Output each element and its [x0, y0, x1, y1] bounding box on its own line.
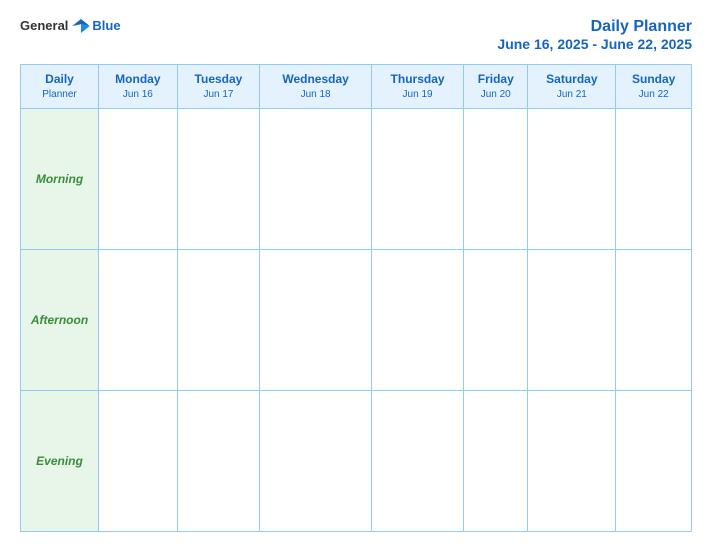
cell-evening-friday[interactable]	[464, 391, 528, 532]
logo-area: General Blue	[20, 18, 121, 33]
cell-morning-tuesday[interactable]	[177, 109, 260, 250]
date-range: June 16, 2025 - June 22, 2025	[497, 36, 692, 52]
cell-afternoon-tuesday[interactable]	[177, 250, 260, 391]
header-col-tuesday: TuesdayJun 17	[177, 65, 260, 109]
cell-afternoon-monday[interactable]	[99, 250, 178, 391]
table-row: Afternoon	[21, 250, 692, 391]
logo-blue: Blue	[92, 18, 120, 33]
table-header-row: Daily Planner MondayJun 16TuesdayJun 17W…	[21, 65, 692, 109]
header-col-monday: MondayJun 16	[99, 65, 178, 109]
cell-afternoon-sunday[interactable]	[616, 250, 692, 391]
header-label-line1: Daily	[23, 71, 96, 88]
table-row: Evening	[21, 391, 692, 532]
page: General Blue Daily Planner June 16, 2025…	[0, 0, 712, 550]
cell-morning-thursday[interactable]	[371, 109, 463, 250]
cell-evening-tuesday[interactable]	[177, 391, 260, 532]
header-col-thursday: ThursdayJun 19	[371, 65, 463, 109]
table-row: Morning	[21, 109, 692, 250]
cell-morning-saturday[interactable]	[528, 109, 616, 250]
header-label-line2: Planner	[23, 88, 96, 102]
header-label-cell: Daily Planner	[21, 65, 99, 109]
cell-afternoon-friday[interactable]	[464, 250, 528, 391]
logo-general: General	[20, 18, 68, 33]
cell-evening-monday[interactable]	[99, 391, 178, 532]
cell-evening-sunday[interactable]	[616, 391, 692, 532]
header-col-friday: FridayJun 20	[464, 65, 528, 109]
cell-morning-monday[interactable]	[99, 109, 178, 250]
cell-evening-thursday[interactable]	[371, 391, 463, 532]
logo-text: General Blue	[20, 18, 121, 33]
cell-afternoon-thursday[interactable]	[371, 250, 463, 391]
row-label-evening: Evening	[21, 391, 99, 532]
cell-evening-wednesday[interactable]	[260, 391, 372, 532]
cell-afternoon-saturday[interactable]	[528, 250, 616, 391]
cell-morning-friday[interactable]	[464, 109, 528, 250]
header-col-saturday: SaturdayJun 21	[528, 65, 616, 109]
planner-table: Daily Planner MondayJun 16TuesdayJun 17W…	[20, 64, 692, 532]
header-col-wednesday: WednesdayJun 18	[260, 65, 372, 109]
cell-morning-sunday[interactable]	[616, 109, 692, 250]
logo-bird-icon	[72, 19, 90, 33]
title-area: Daily Planner June 16, 2025 - June 22, 2…	[497, 18, 692, 52]
cell-afternoon-wednesday[interactable]	[260, 250, 372, 391]
cell-morning-wednesday[interactable]	[260, 109, 372, 250]
cell-evening-saturday[interactable]	[528, 391, 616, 532]
row-label-morning: Morning	[21, 109, 99, 250]
header-col-sunday: SundayJun 22	[616, 65, 692, 109]
page-title: Daily Planner	[497, 18, 692, 36]
row-label-afternoon: Afternoon	[21, 250, 99, 391]
header: General Blue Daily Planner June 16, 2025…	[20, 18, 692, 52]
